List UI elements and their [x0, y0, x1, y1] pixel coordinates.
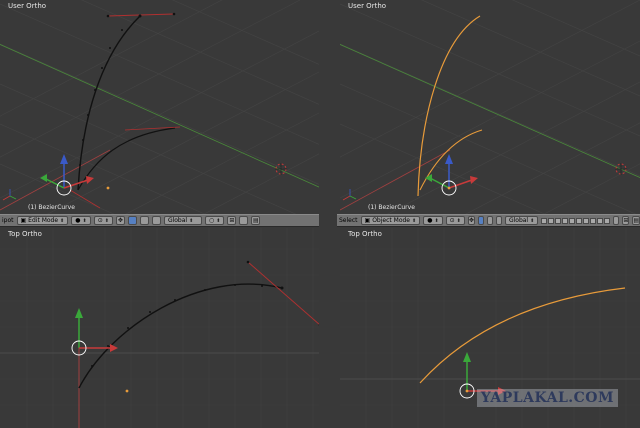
layer-button[interactable]: [562, 217, 569, 224]
snap-target-button[interactable]: [239, 216, 249, 225]
menu-fragment[interactable]: ipot: [2, 217, 14, 224]
shading-icon: ●: [75, 217, 81, 224]
viewport-label: Top Ortho: [8, 230, 42, 238]
gizmo-z-head[interactable]: [445, 154, 453, 164]
pivot-select[interactable]: ⊙ ⬍: [93, 216, 113, 225]
orientation-select[interactable]: Global ⬍: [163, 216, 202, 225]
bezier-curve-edit-2[interactable]: [77, 127, 176, 191]
chevron-down-icon: ⬍: [104, 217, 109, 224]
origin-dot: [447, 186, 451, 190]
header-toolbar-left: ipot ▣ Edit Mode ⬍ ● ⬍ ⊙ ⬍ ✥ Global ⬍ ○ ⬍ ⊞ ▤: [0, 214, 319, 227]
scale-button[interactable]: [151, 216, 161, 225]
proportional-icon: ○: [208, 217, 215, 224]
viewport-canvas[interactable]: [340, 0, 640, 214]
manipulator-icon: ✥: [468, 217, 474, 224]
translate-button[interactable]: [127, 216, 137, 225]
viewport-label: User Ortho: [8, 2, 47, 10]
mode-icon: ▣: [364, 217, 371, 224]
mode-select[interactable]: ▣ Edit Mode ⬍: [16, 216, 69, 225]
shading-icon: ●: [427, 217, 433, 224]
object-label: (1) BezierCurve: [368, 204, 415, 211]
rotate-button[interactable]: [486, 216, 493, 225]
shading-select[interactable]: ● ⬍: [71, 216, 91, 225]
proportional-select[interactable]: ○ ⬍: [204, 216, 225, 225]
x-axis-line: [0, 149, 111, 211]
lock-button[interactable]: [613, 216, 620, 225]
viewport-canvas[interactable]: [0, 228, 319, 428]
watermark-logo: YAPLAKAL.COM: [476, 389, 618, 407]
object-label: (1) BezierCurve: [28, 204, 75, 211]
gizmo-y-head[interactable]: [75, 308, 83, 318]
chevron-down-icon: ⬍: [82, 217, 87, 224]
layer-button[interactable]: [583, 217, 590, 224]
mode-select[interactable]: ▣ Object Mode ⬍: [360, 216, 421, 225]
viewport-canvas[interactable]: [0, 0, 319, 214]
manipulator-icon: ✥: [117, 217, 123, 224]
viewport-top-left[interactable]: User Ortho (1) BezierCurve: [0, 0, 319, 214]
pivot-icon: ⊙: [449, 217, 455, 224]
viewport-label: Top Ortho: [348, 230, 382, 238]
bezier-curve-edit[interactable]: [78, 283, 283, 389]
layer-button[interactable]: [604, 217, 611, 224]
manipulator-toggle[interactable]: ✥: [115, 216, 125, 225]
viewport-divider[interactable]: [319, 0, 340, 214]
chevron-down-icon: ⬍: [216, 217, 221, 224]
gizmo-x-head[interactable]: [110, 344, 118, 352]
chevron-down-icon: ⬍: [189, 217, 194, 224]
layer-button[interactable]: [555, 217, 562, 224]
viewport-divider[interactable]: [319, 228, 340, 428]
pivot-icon: ⊙: [97, 217, 103, 224]
chevron-down-icon: ⬍: [60, 217, 65, 224]
layer-button[interactable]: [541, 217, 548, 224]
layer-button[interactable]: [576, 217, 583, 224]
snap-button[interactable]: ⊞: [227, 216, 237, 225]
snap-icon: ⊞: [623, 217, 629, 224]
layer-button[interactable]: [548, 217, 555, 224]
gizmo-x-head[interactable]: [86, 176, 94, 184]
rotate-button[interactable]: [139, 216, 149, 225]
scale-button[interactable]: [495, 216, 502, 225]
shading-select[interactable]: ● ⬍: [423, 216, 443, 225]
viewport-top-right[interactable]: User Ortho (1) BezierCurve: [340, 0, 640, 214]
3d-cursor-icon[interactable]: [615, 163, 627, 175]
origin-dot: [106, 186, 110, 190]
manipulator-toggle[interactable]: ✥: [467, 216, 475, 225]
3d-cursor-icon[interactable]: [275, 163, 287, 175]
orientation-select[interactable]: Global ⬍: [504, 216, 539, 225]
layer-button[interactable]: [569, 217, 576, 224]
layer-button[interactable]: [590, 217, 597, 224]
render-icon: ▤: [253, 217, 259, 224]
render-button[interactable]: ▤: [632, 216, 640, 225]
chevron-down-icon: ⬍: [434, 217, 439, 224]
mode-icon: ▣: [20, 217, 27, 224]
render-button[interactable]: ▤: [251, 216, 261, 225]
header-toolbar-right: Select ▣ Object Mode ⬍ ● ⬍ ⊙ ⬍ ✥ Global ⬍ ⊞ ▤: [337, 214, 640, 227]
layers-icon[interactable]: [541, 217, 611, 224]
y-axis-line: [0, 44, 319, 188]
viewport-label: User Ortho: [348, 2, 387, 10]
gizmo-x-arrow[interactable]: [448, 179, 473, 189]
chevron-down-icon: ⬍: [456, 217, 461, 224]
menu-fragment[interactable]: Select: [339, 217, 358, 224]
render-icon: ▤: [633, 217, 640, 224]
translate-button[interactable]: [477, 216, 484, 225]
chevron-down-icon: ⬍: [411, 217, 417, 224]
viewport-bottom-left[interactable]: Top Ortho: [0, 228, 319, 428]
gizmo-y-head[interactable]: [463, 352, 471, 362]
gizmo-x-arrow[interactable]: [63, 179, 89, 189]
origin-dot: [465, 389, 469, 393]
handle-line[interactable]: [247, 261, 319, 325]
snap-icon: ⊞: [229, 217, 235, 224]
snap-button[interactable]: ⊞: [622, 216, 630, 225]
gizmo-y-arrow[interactable]: [429, 177, 450, 189]
gizmo-z-head[interactable]: [60, 154, 68, 164]
bezier-curve-object[interactable]: [419, 287, 626, 384]
origin-dot: [125, 389, 129, 393]
layer-button[interactable]: [597, 217, 604, 224]
pivot-select[interactable]: ⊙ ⬍: [445, 216, 465, 225]
chevron-down-icon: ⬍: [530, 217, 535, 224]
